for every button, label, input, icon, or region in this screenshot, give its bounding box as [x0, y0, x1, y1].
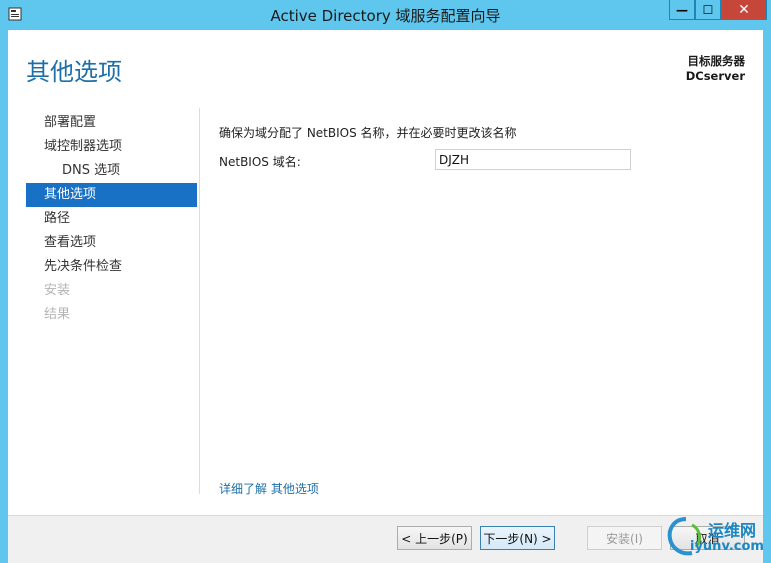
netbios-label: NetBIOS 域名: — [219, 155, 301, 169]
nav-item-installation: 安装 — [44, 283, 71, 298]
minimize-icon: — — [676, 2, 688, 17]
nav-item-prerequisites-check[interactable]: 先决条件检查 — [26, 255, 197, 279]
wizard-footer: < 上一步(P) 下一步(N) > 安装(I) 取消 — [8, 515, 763, 563]
minimize-button[interactable]: — — [669, 0, 695, 20]
watermark-text-cn: 运维网 — [708, 521, 757, 540]
nav-item-paths[interactable]: 路径 — [26, 207, 197, 231]
close-icon: ✕ — [738, 1, 750, 18]
nav-item-dc-options[interactable]: 域控制器选项 — [26, 135, 197, 159]
more-info-link[interactable]: 详细了解 其他选项 — [219, 480, 319, 497]
netbios-domain-input[interactable] — [435, 149, 631, 170]
nav-item-dns-options[interactable]: DNS 选项 — [26, 159, 197, 183]
nav-item-additional-options[interactable]: 其他选项 — [26, 183, 197, 207]
target-server-label: 目标服务器 — [687, 54, 746, 68]
nav-item-review-options[interactable]: 查看选项 — [26, 231, 197, 255]
wizard-nav: 部署配置 域控制器选项 DNS 选项 其他选项 路径 查看选项 先决条件检查 安… — [26, 111, 197, 327]
maximize-button[interactable]: ☐ — [695, 0, 721, 20]
title-bar: Active Directory 域服务配置向导 — ☐ ✕ — [0, 0, 771, 30]
previous-button[interactable]: < 上一步(P) — [397, 526, 472, 550]
nav-item-deployment-config[interactable]: 部署配置 — [26, 111, 197, 135]
wizard-content: 其他选项 目标服务器 DCserver 部署配置 域控制器选项 DNS 选项 其… — [8, 30, 763, 515]
nav-item-results: 结果 — [44, 307, 71, 322]
window-title: Active Directory 域服务配置向导 — [270, 7, 501, 25]
next-button[interactable]: 下一步(N) > — [480, 526, 555, 550]
page-title: 其他选项 — [26, 58, 122, 86]
watermark-text-url: iyunv.com — [690, 539, 764, 554]
maximize-icon: ☐ — [702, 2, 714, 17]
install-button: 安装(I) — [587, 526, 662, 550]
close-button[interactable]: ✕ — [721, 0, 767, 20]
target-server-name: DCserver — [685, 69, 745, 83]
page-description: 确保为域分配了 NetBIOS 名称，并在必要时更改该名称 — [219, 126, 517, 140]
watermark: 运维网 iyunv.com — [664, 511, 771, 563]
nav-divider — [199, 108, 200, 494]
target-server-info: 目标服务器 DCserver — [686, 54, 745, 84]
